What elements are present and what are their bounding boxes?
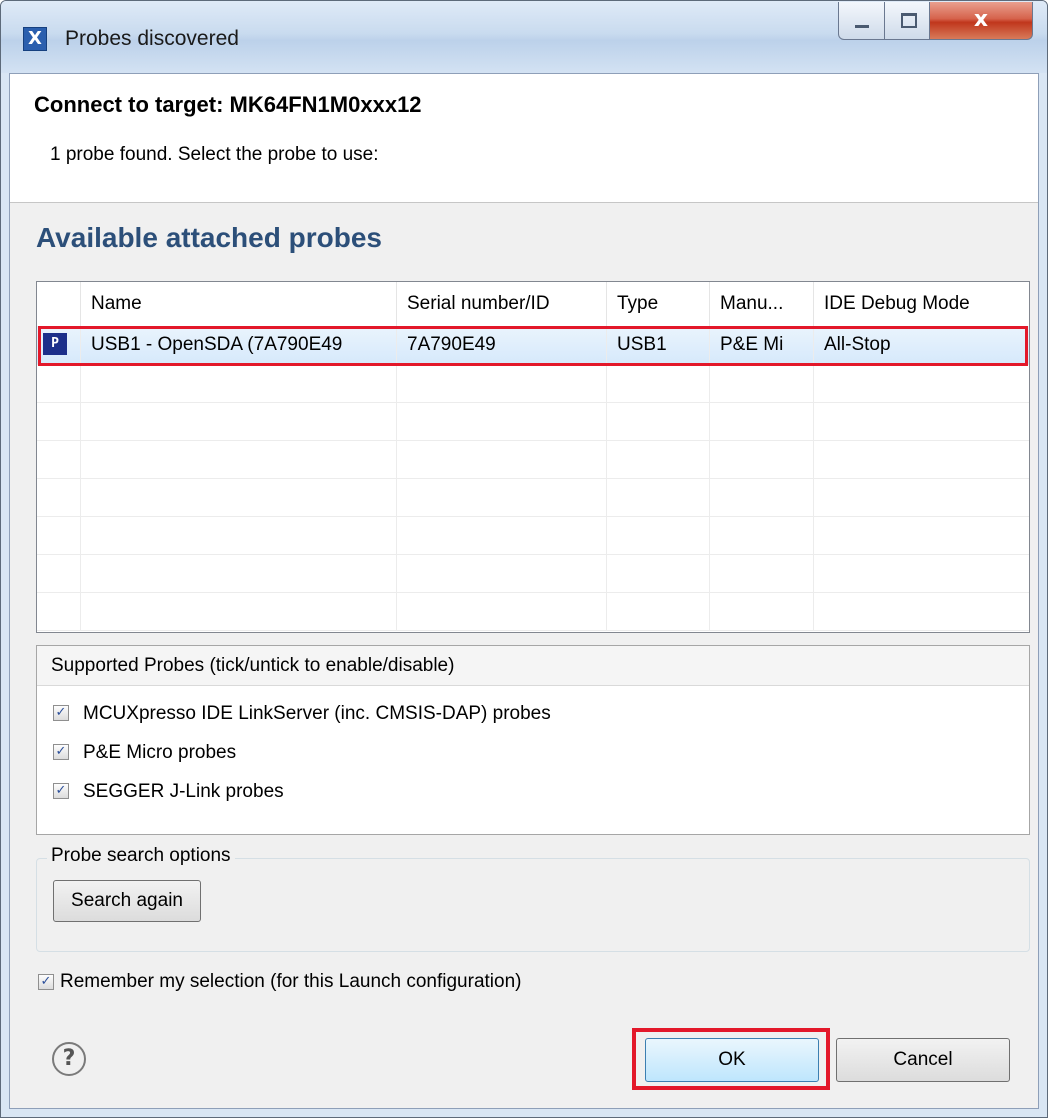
column-header-icon — [37, 282, 81, 326]
supported-probes-header: Supported Probes (tick/untick to enable/… — [37, 646, 1029, 686]
cell-manufacturer: P&E Mi — [710, 326, 814, 364]
column-header-type[interactable]: Type — [607, 282, 710, 326]
column-header-manufacturer[interactable]: Manu... — [710, 282, 814, 326]
checkbox-checked-icon[interactable]: ✓ — [53, 705, 69, 721]
ok-button[interactable]: OK — [645, 1038, 819, 1082]
empty-row — [37, 364, 1029, 403]
header-description: 1 probe found. Select the probe to use: — [50, 144, 379, 165]
checkbox-label: MCUXpresso IDE LinkServer (inc. CMSIS-DA… — [83, 703, 551, 724]
app-icon: X — [23, 27, 47, 51]
checkbox-label: P&E Micro probes — [83, 742, 237, 763]
column-header-debug-mode[interactable]: IDE Debug Mode — [814, 282, 1029, 326]
checkbox-checked-icon[interactable]: ✓ — [53, 783, 69, 799]
empty-row — [37, 554, 1029, 593]
row-icon-cell: P — [37, 326, 81, 364]
help-icon[interactable]: ? — [52, 1042, 86, 1076]
table-header: Name Serial number/ID Type Manu... IDE D… — [37, 282, 1029, 327]
empty-row — [37, 402, 1029, 441]
header-area: Connect to target: MK64FN1M0xxx12 1 prob… — [10, 74, 1038, 203]
empty-row — [37, 440, 1029, 479]
empty-row — [37, 592, 1029, 631]
cell-type: USB1 — [607, 326, 710, 364]
dialog-content: Connect to target: MK64FN1M0xxx12 1 prob… — [9, 73, 1039, 1109]
checkbox-checked-icon[interactable]: ✓ — [53, 744, 69, 760]
probe-icon: P — [43, 333, 67, 355]
cell-name: USB1 - OpenSDA (7A790E49 — [81, 326, 397, 364]
minimize-button[interactable] — [838, 2, 885, 40]
column-header-serial[interactable]: Serial number/ID — [397, 282, 607, 326]
cell-serial: 7A790E49 — [397, 326, 607, 364]
maximize-button[interactable] — [884, 2, 930, 40]
checkbox-checked-icon[interactable]: ✓ — [38, 974, 54, 990]
table-row[interactable]: P USB1 - OpenSDA (7A790E49 7A790E49 USB1… — [37, 326, 1029, 365]
window-title: Probes discovered — [65, 27, 239, 50]
checkbox-label: SEGGER J-Link probes — [83, 781, 284, 802]
group-legend: Probe search options — [47, 845, 235, 867]
dialog-window: X Probes discovered x Connect to target:… — [0, 0, 1048, 1118]
close-button[interactable]: x — [929, 2, 1033, 40]
search-again-button[interactable]: Search again — [53, 880, 201, 922]
checkbox-label: Remember my selection (for this Launch c… — [60, 971, 522, 992]
probe-table[interactable]: Name Serial number/ID Type Manu... IDE D… — [36, 281, 1030, 633]
probe-search-options-group: Probe search options Search again — [36, 845, 1030, 952]
header-title: Connect to target: MK64FN1M0xxx12 — [34, 92, 422, 117]
empty-row — [37, 516, 1029, 555]
button-bar: ? OK Cancel — [10, 1012, 1038, 1108]
cancel-button[interactable]: Cancel — [836, 1038, 1010, 1082]
title-bar[interactable]: X Probes discovered x — [1, 1, 1047, 73]
empty-row — [37, 478, 1029, 517]
cell-debug-mode: All-Stop — [824, 334, 891, 355]
supported-probes-list: Supported Probes (tick/untick to enable/… — [36, 645, 1030, 835]
section-title: Available attached probes — [36, 222, 382, 253]
column-header-name[interactable]: Name — [81, 282, 397, 326]
